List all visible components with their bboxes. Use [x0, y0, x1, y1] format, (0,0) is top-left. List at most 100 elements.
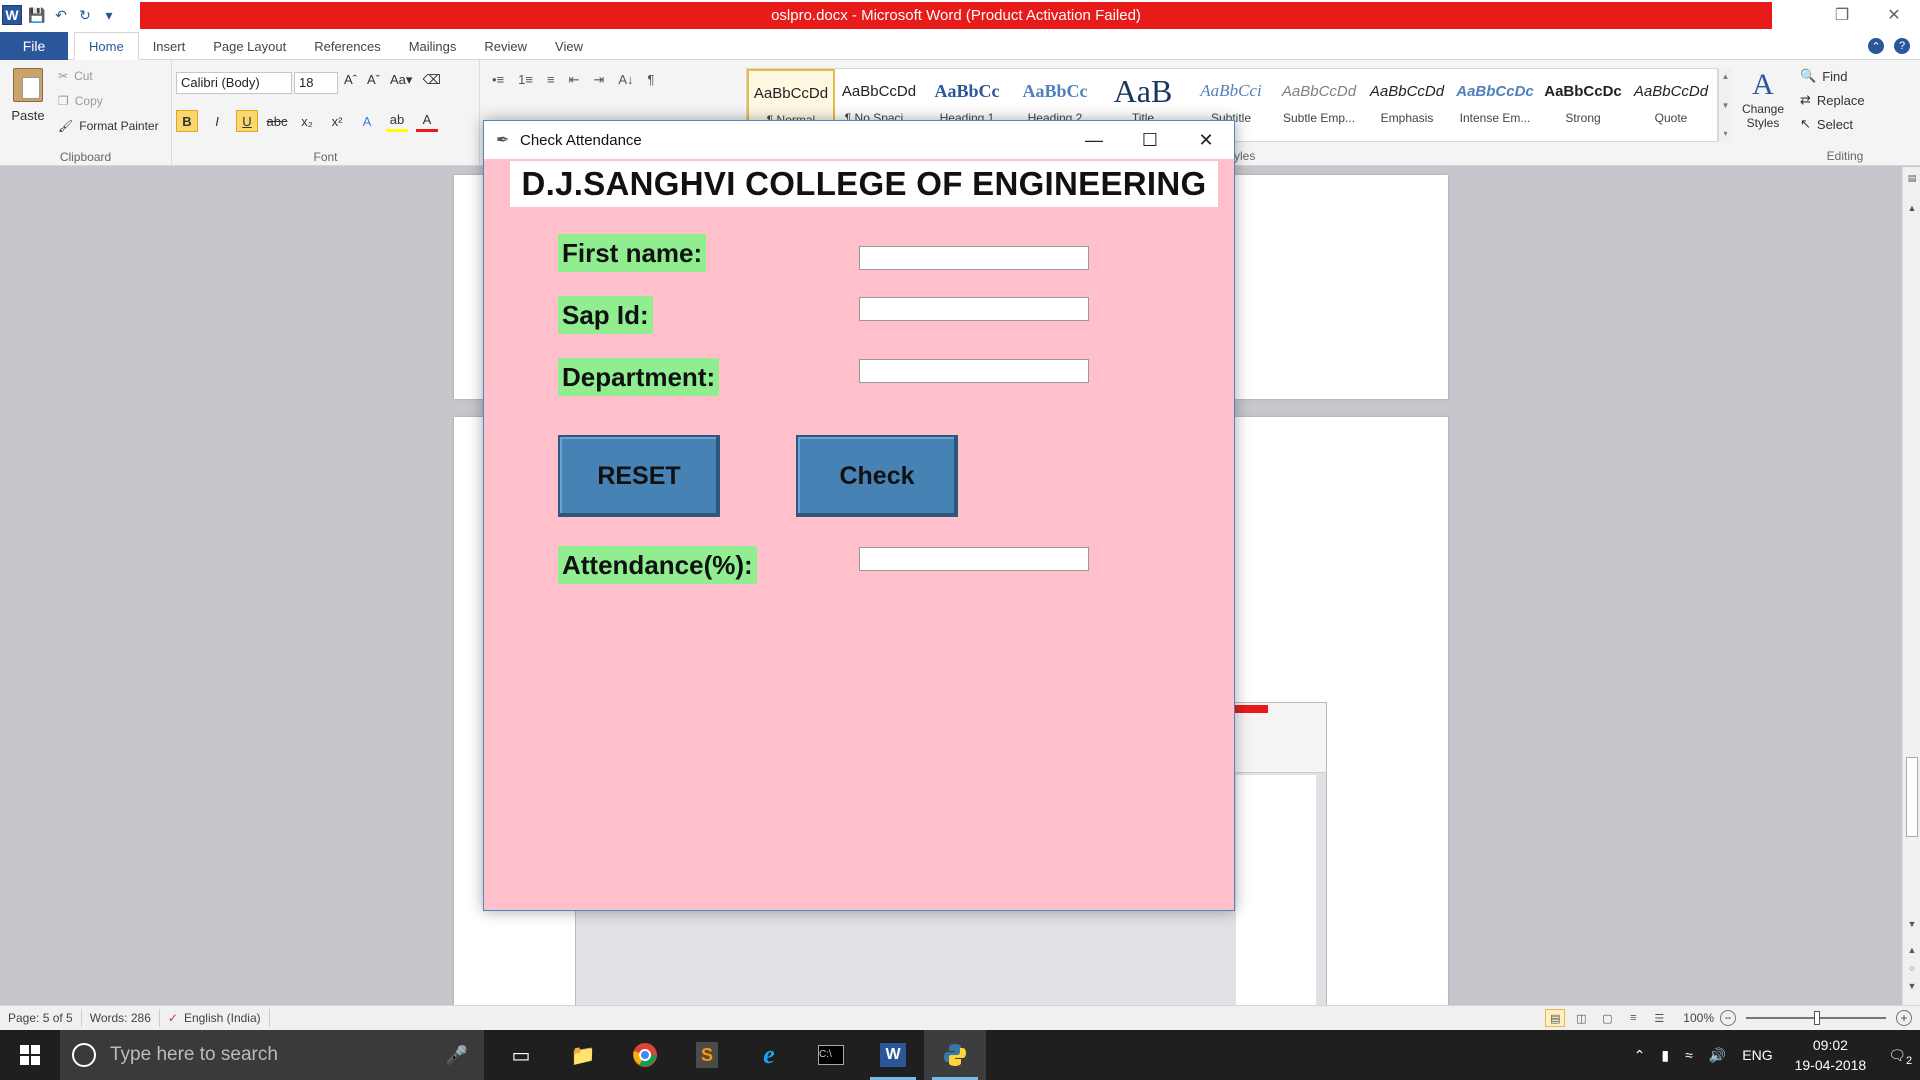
superscript-button[interactable]: x² [326, 110, 348, 132]
reset-button[interactable]: RESET [558, 435, 720, 517]
python-icon[interactable] [924, 1030, 986, 1080]
select-button[interactable]: ↖ Select [1800, 114, 1865, 134]
style-strong[interactable]: AaBbCcDc Strong [1539, 69, 1627, 141]
word-count[interactable]: Words: 286 [82, 1009, 160, 1027]
vertical-scrollbar[interactable]: ▤ ▲ ▼ ▲ ○ ▼ [1902, 167, 1920, 1005]
task-view-icon[interactable]: ▭ [490, 1030, 552, 1080]
web-layout-view-icon[interactable]: ▢ [1597, 1009, 1617, 1027]
tab-references[interactable]: References [300, 32, 394, 60]
department-input[interactable] [859, 359, 1089, 383]
style-emphasis[interactable]: AaBbCcDd Emphasis [1363, 69, 1451, 141]
proofing-status[interactable]: ✓ English (India) [160, 1009, 270, 1027]
word-logo-icon[interactable]: W [2, 5, 22, 25]
copy-button[interactable]: ❐ Copy [58, 91, 159, 111]
microphone-icon[interactable]: 🎤 [446, 1045, 468, 1066]
command-prompt-icon[interactable]: C:\ [800, 1030, 862, 1080]
first-name-input[interactable] [859, 246, 1089, 270]
scroll-up-arrow-icon[interactable]: ▲ [1903, 203, 1920, 213]
shrink-font-icon[interactable]: Aˇ [367, 72, 380, 88]
dialog-title-bar[interactable]: ✒ Check Attendance — ☐ ✕ [484, 121, 1234, 159]
clear-formatting-icon[interactable]: ⌫ [422, 72, 440, 88]
sublime-text-icon[interactable]: S [676, 1030, 738, 1080]
zoom-in-icon[interactable]: + [1896, 1010, 1912, 1026]
file-explorer-icon[interactable]: 📁 [552, 1030, 614, 1080]
tab-file[interactable]: File [0, 32, 68, 60]
check-button[interactable]: Check [796, 435, 958, 517]
tab-home[interactable]: Home [74, 32, 139, 60]
scroll-up-icon[interactable]: ▲ [1722, 72, 1730, 81]
taskbar-search-box[interactable]: Type here to search 🎤 [60, 1030, 484, 1080]
print-layout-view-icon[interactable]: ▤ [1545, 1009, 1566, 1027]
next-page-icon[interactable]: ▼ [1903, 981, 1920, 991]
styles-scroll[interactable]: ▲ ▼ ▾ [1718, 68, 1732, 142]
save-icon[interactable]: 💾 [28, 6, 46, 24]
replace-button[interactable]: ⇄ Replace [1800, 90, 1865, 110]
font-family-select[interactable]: Calibri (Body) [176, 72, 292, 94]
tab-mailings[interactable]: Mailings [395, 32, 471, 60]
battery-icon[interactable]: ▮ [1653, 1047, 1677, 1064]
subscript-button[interactable]: x₂ [296, 110, 318, 132]
input-language[interactable]: ENG [1734, 1047, 1780, 1063]
zoom-level[interactable]: 100% [1683, 1011, 1714, 1025]
change-styles-button[interactable]: A Change Styles [1740, 68, 1786, 130]
font-size-select[interactable]: 18 [294, 72, 338, 94]
italic-button[interactable]: I [206, 110, 228, 132]
start-button[interactable] [0, 1030, 60, 1080]
volume-icon[interactable]: 🔊 [1701, 1047, 1734, 1064]
close-icon[interactable]: ✕ [1178, 121, 1234, 159]
bullets-icon[interactable]: •≡ [492, 72, 504, 88]
underline-button[interactable]: U [236, 110, 258, 132]
customize-qat-icon[interactable]: ▾ [100, 6, 118, 24]
more-styles-icon[interactable]: ▾ [1723, 129, 1727, 138]
sap-id-input[interactable] [859, 297, 1089, 321]
internet-explorer-icon[interactable]: e [738, 1030, 800, 1080]
scroll-down-icon[interactable]: ▼ [1722, 101, 1730, 110]
paste-button[interactable]: Paste [10, 68, 46, 124]
multilevel-list-icon[interactable]: ≡ [547, 72, 555, 88]
highlight-icon[interactable]: ab [386, 110, 408, 132]
maximize-icon[interactable]: ☐ [1122, 121, 1178, 159]
help-icon[interactable]: ? [1894, 38, 1910, 54]
text-effects-icon[interactable]: A [356, 110, 378, 132]
draft-view-icon[interactable]: ☰ [1649, 1009, 1669, 1027]
ruler-toggle-icon[interactable]: ▤ [1903, 173, 1920, 184]
redo-icon[interactable]: ↻ [76, 6, 94, 24]
word-taskbar-icon[interactable]: W [862, 1030, 924, 1080]
scrollbar-thumb[interactable] [1906, 757, 1918, 837]
chrome-icon[interactable] [614, 1030, 676, 1080]
sort-icon[interactable]: A↓ [618, 72, 633, 88]
undo-icon[interactable]: ↶ [52, 6, 70, 24]
strikethrough-button[interactable]: abc [266, 110, 288, 132]
tab-review[interactable]: Review [470, 32, 541, 60]
page-count[interactable]: Page: 5 of 5 [0, 1009, 82, 1027]
scroll-down-arrow-icon[interactable]: ▼ [1903, 919, 1920, 929]
style-subtle-emphasis[interactable]: AaBbCcDd Subtle Emp... [1275, 69, 1363, 141]
show-hidden-icons-icon[interactable]: ⌃ [1626, 1047, 1654, 1064]
bold-button[interactable]: B [176, 110, 198, 132]
close-icon[interactable]: ✕ [1868, 0, 1920, 30]
minimize-ribbon-icon[interactable]: ⌃ [1868, 38, 1884, 54]
outline-view-icon[interactable]: ≡ [1623, 1009, 1643, 1027]
zoom-slider-knob[interactable] [1814, 1011, 1820, 1025]
minimize-icon[interactable]: — [1066, 121, 1122, 159]
zoom-slider[interactable] [1746, 1011, 1886, 1025]
style-quote[interactable]: AaBbCcDd Quote [1627, 69, 1715, 141]
tab-page-layout[interactable]: Page Layout [199, 32, 300, 60]
format-painter-button[interactable]: 🖌 Format Painter [58, 116, 159, 136]
previous-page-icon[interactable]: ▲ [1903, 945, 1920, 955]
cut-button[interactable]: ✂ Cut [58, 66, 159, 86]
select-browse-object-icon[interactable]: ○ [1903, 963, 1920, 973]
restore-icon[interactable]: ❐ [1816, 0, 1868, 30]
taskbar-clock[interactable]: 09:02 19-04-2018 [1781, 1035, 1881, 1075]
find-button[interactable]: 🔍 Find [1800, 66, 1865, 86]
increase-indent-icon[interactable]: ⇥ [593, 72, 604, 88]
show-marks-icon[interactable]: ¶ [648, 72, 655, 88]
tab-view[interactable]: View [541, 32, 597, 60]
wifi-icon[interactable]: ≈ [1677, 1047, 1701, 1063]
full-screen-reading-view-icon[interactable]: ◫ [1571, 1009, 1591, 1027]
font-color-icon[interactable]: A [416, 110, 438, 132]
decrease-indent-icon[interactable]: ⇤ [569, 72, 580, 88]
attendance-output[interactable] [859, 547, 1089, 571]
style-intense-emphasis[interactable]: AaBbCcDc Intense Em... [1451, 69, 1539, 141]
tab-insert[interactable]: Insert [139, 32, 200, 60]
